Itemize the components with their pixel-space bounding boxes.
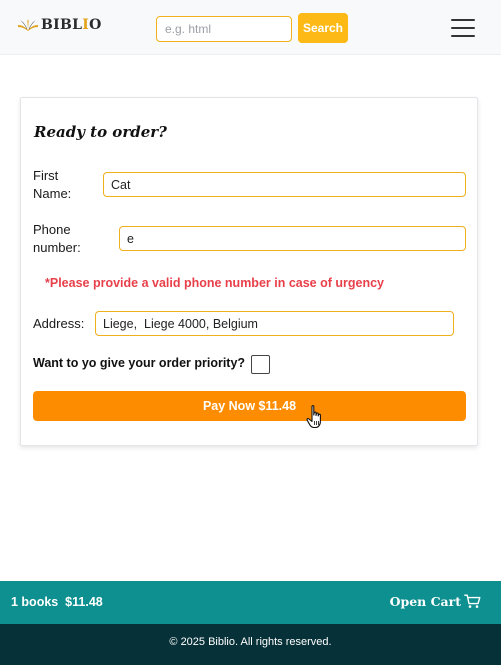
address-label: Address: [33,316,85,331]
pay-now-button[interactable]: Pay Now $11.48 [33,391,466,421]
first-name-field[interactable] [103,172,466,197]
search-button[interactable]: Search [298,13,348,43]
first-name-label-line1: First [33,168,59,183]
hand-cursor-icon [306,405,321,429]
top-navbar: BIBLIO Search [0,0,501,55]
hamburger-icon[interactable] [449,17,477,39]
open-cart-button[interactable]: Open Cart [390,594,481,609]
phone-label: Phone number: [33,221,81,257]
cart-summary-text: 1 books $11.48 [11,595,103,609]
first-name-label-line2: Name: [33,186,72,201]
cart-summary-bar: 1 books $11.48 Open Cart [0,581,501,624]
phone-label-line1: Phone [33,222,71,237]
order-form-card: Ready to order? First Name: Phone number… [20,97,478,446]
priority-checkbox[interactable] [251,355,270,374]
shopping-cart-icon [464,594,481,608]
hamburger-line [451,19,475,21]
hamburger-line [451,35,475,37]
form-title: Ready to order? [34,123,167,141]
phone-number-field[interactable] [119,226,466,251]
phone-label-line2: number: [33,240,81,255]
first-name-label: First Name: [33,167,71,203]
copyright-text: © 2025 Biblio. All rights reserved. [169,636,332,648]
address-field[interactable] [95,311,454,336]
open-cart-label: Open Cart [389,594,461,609]
phone-warning-text: *Please provide a valid phone number in … [45,276,384,290]
open-book-icon [18,19,38,31]
biblio-logo[interactable]: BIBLIO [17,17,102,33]
logo-text: BIBLIO [41,17,102,33]
priority-label: Want to yo give your order priority? [33,356,246,370]
footer: © 2025 Biblio. All rights reserved. [0,624,501,665]
hamburger-line [451,27,475,29]
search-input[interactable] [156,16,292,42]
